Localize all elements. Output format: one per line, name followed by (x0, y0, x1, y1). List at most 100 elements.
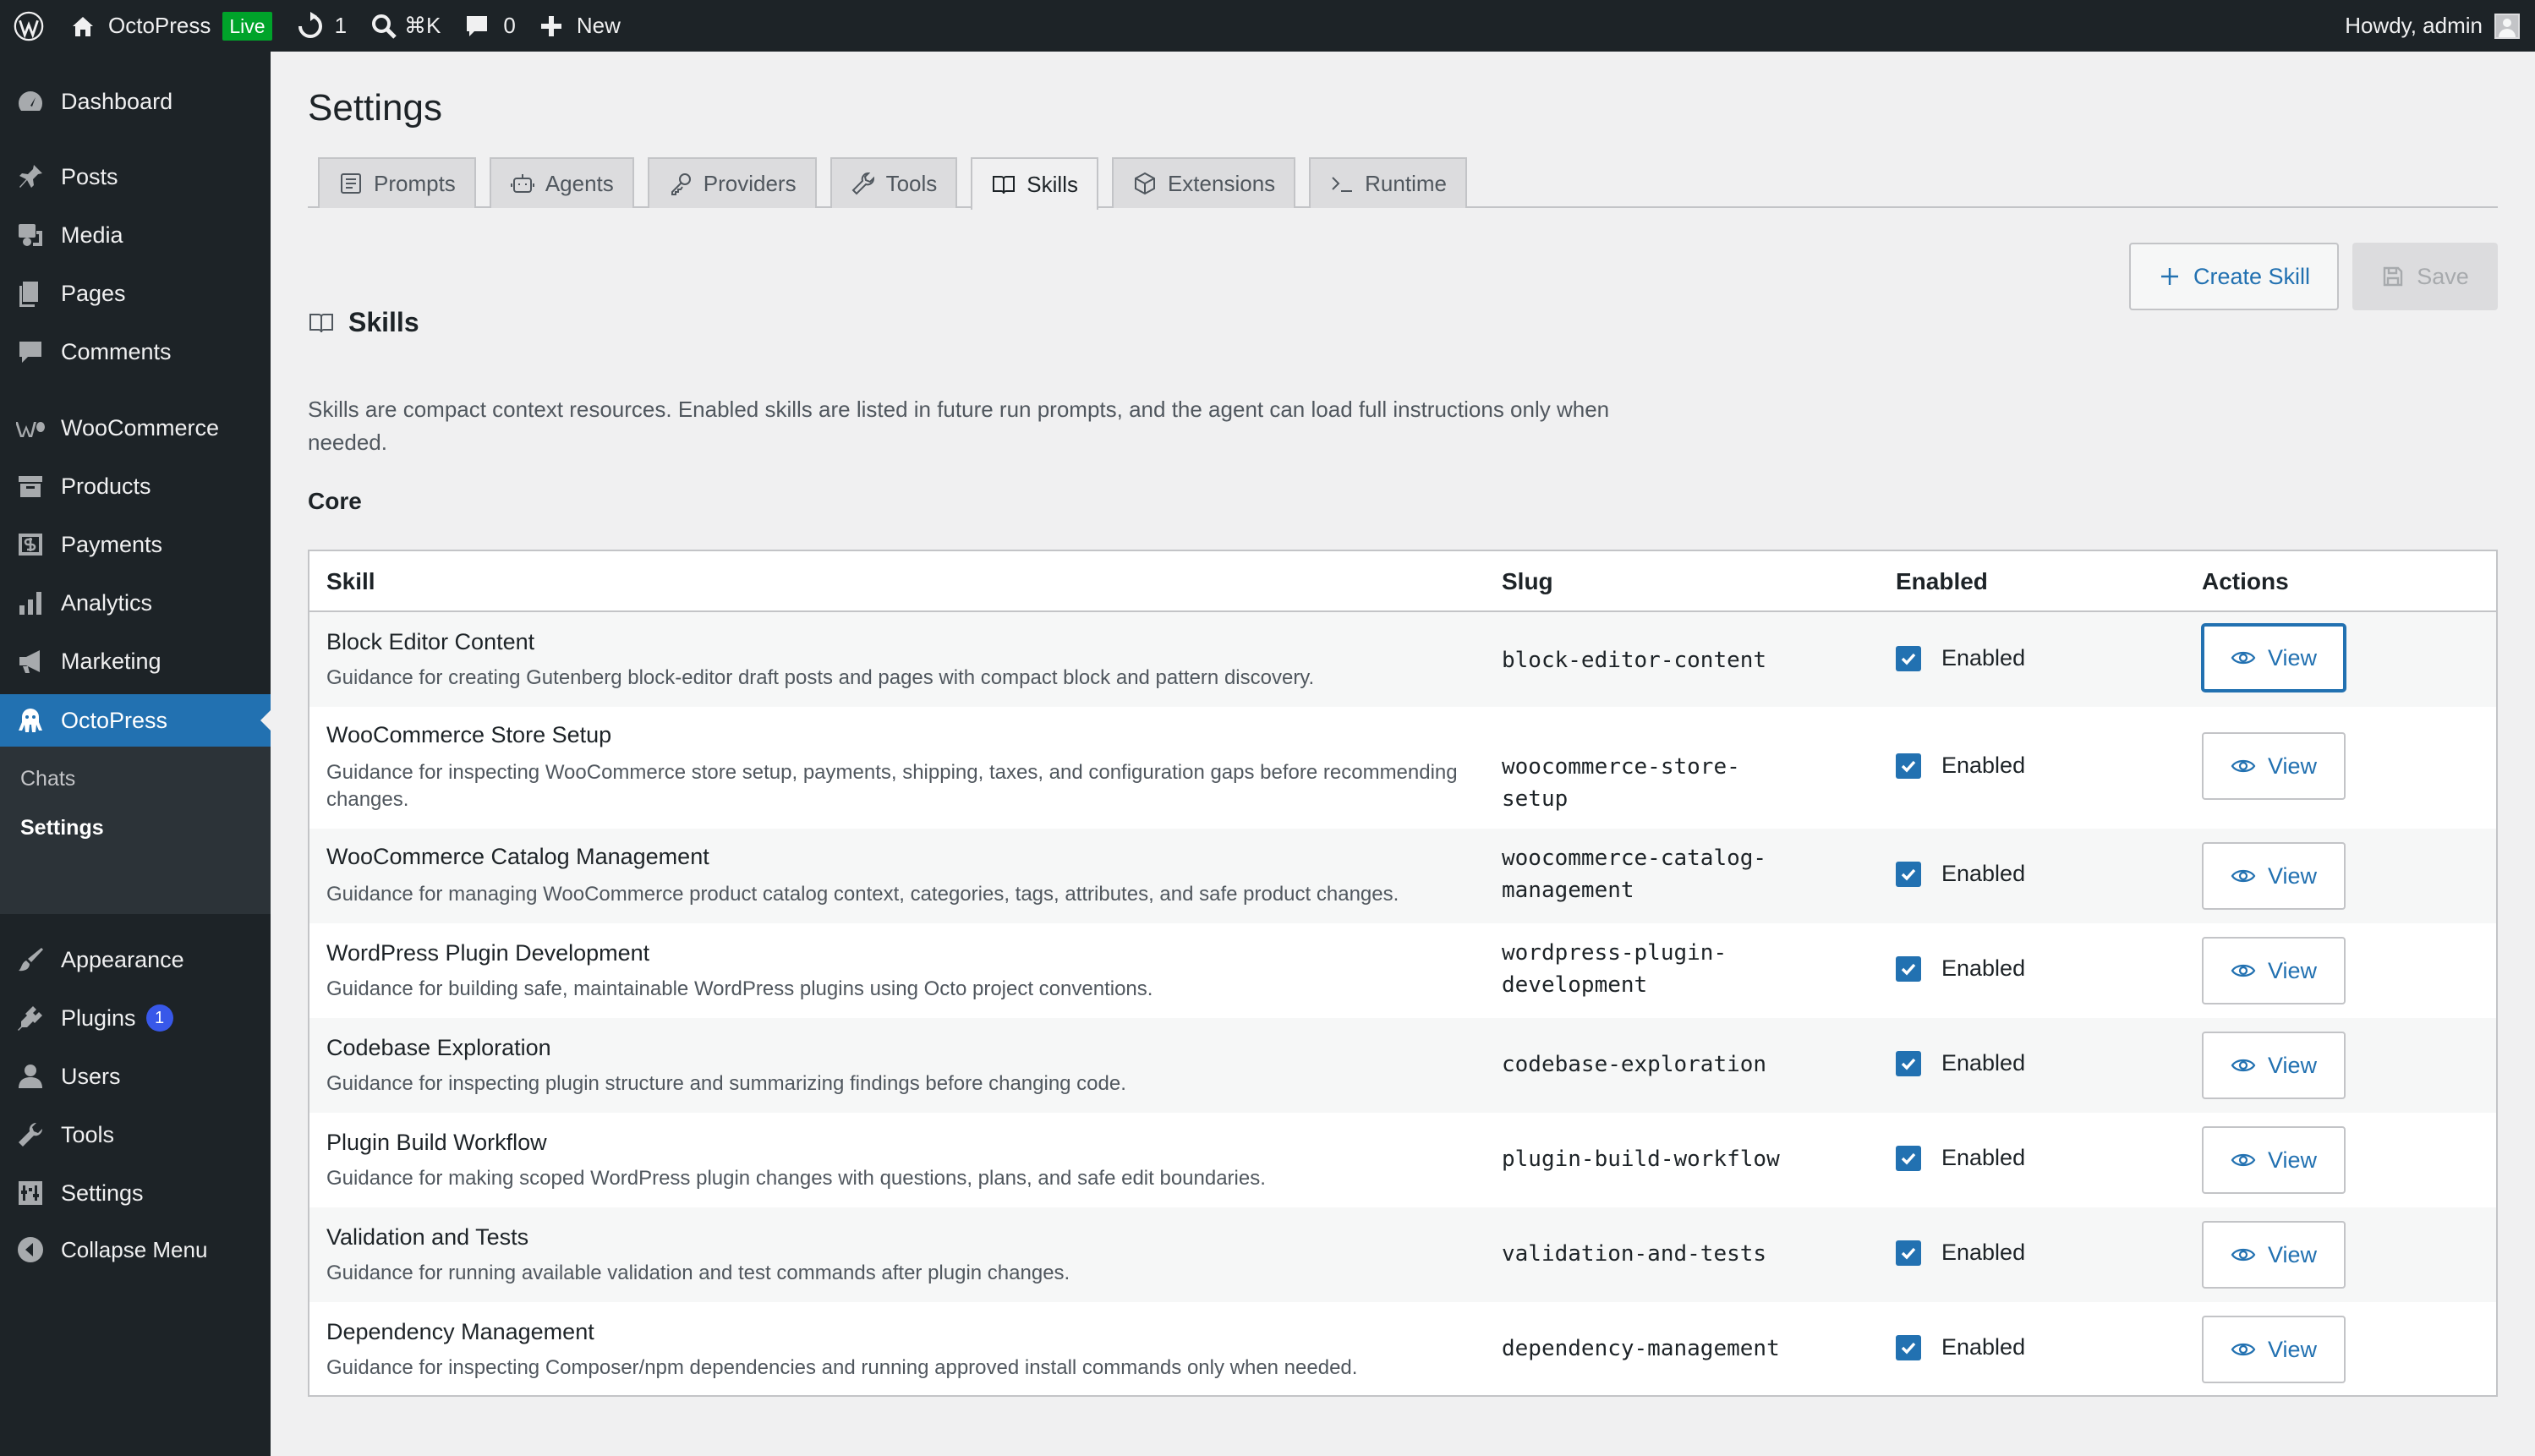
active-menu-arrow (260, 710, 271, 731)
enabled-toggle[interactable]: Enabled (1896, 1240, 2025, 1266)
sidebar-item-settings[interactable]: Settings (0, 1167, 271, 1219)
enabled-checkbox[interactable] (1896, 861, 1921, 887)
enabled-checkbox[interactable] (1896, 645, 1921, 671)
submenu-item-chats[interactable]: Chats (20, 767, 75, 791)
view-label: View (2267, 1052, 2318, 1078)
site-name-link[interactable]: OctoPress Live (57, 0, 284, 52)
sidebar-item-payments[interactable]: Payments (0, 518, 271, 571)
enabled-toggle[interactable]: Enabled (1896, 861, 2025, 887)
view-skill-button[interactable]: View (2202, 937, 2346, 1004)
tab-providers[interactable]: Providers (647, 157, 817, 208)
create-skill-label: Create Skill (2193, 263, 2311, 289)
tab-prompts[interactable]: Prompts (318, 157, 476, 208)
sidebar-item-media[interactable]: Media (0, 209, 271, 261)
sidebar-item-dashboard[interactable]: Dashboard (0, 75, 271, 128)
table-row: Block Editor Content Guidance for creati… (309, 612, 2496, 707)
sidebar-item-label: Payments (61, 531, 163, 557)
avatar (2494, 13, 2520, 39)
tab-label: Agents (545, 170, 614, 196)
view-skill-button[interactable]: View (2202, 842, 2346, 910)
sidebar-item-octopress[interactable]: OctoPress (0, 694, 271, 747)
skill-slug: dependency-management (1502, 1336, 1780, 1361)
comment-icon (467, 15, 488, 36)
enabled-toggle[interactable]: Enabled (1896, 955, 2025, 982)
enabled-label: Enabled (1941, 645, 2026, 671)
tab-runtime[interactable]: Runtime (1309, 157, 1467, 208)
create-skill-button[interactable]: Create Skill (2129, 243, 2339, 310)
terminal-icon (1332, 177, 1353, 192)
wordpress-logo-icon[interactable] (0, 0, 57, 52)
enabled-checkbox[interactable] (1896, 1145, 1921, 1171)
tab-tools[interactable]: Tools (829, 157, 958, 208)
tab-agents[interactable]: Agents (489, 157, 634, 208)
new-content-link[interactable]: New (528, 0, 632, 52)
search-shortcut: ⌘K (404, 13, 441, 38)
sidebar-item-marketing[interactable]: Marketing (0, 635, 271, 687)
enabled-label: Enabled (1941, 861, 2026, 886)
sidebar-item-comments[interactable]: Comments (0, 326, 271, 378)
view-label: View (2267, 862, 2318, 889)
my-account[interactable]: Howdy, admin (2345, 0, 2520, 52)
view-label: View (2267, 1336, 2318, 1362)
skill-name: WooCommerce Catalog Management (326, 844, 709, 869)
submenu-item-settings[interactable]: Settings (20, 816, 104, 840)
enabled-checkbox[interactable] (1896, 1050, 1921, 1076)
table-row: WordPress Plugin Development Guidance fo… (309, 923, 2496, 1018)
skill-name: WooCommerce Store Setup (326, 722, 612, 747)
view-skill-button[interactable]: View (2202, 1316, 2346, 1383)
pages-icon (0, 279, 61, 308)
enabled-checkbox[interactable] (1896, 753, 1921, 779)
enabled-toggle[interactable]: Enabled (1896, 1050, 2025, 1076)
sidebar-item-pages[interactable]: Pages (0, 267, 271, 320)
sidebar-item-posts[interactable]: Posts (0, 151, 271, 203)
eye-icon (2231, 759, 2256, 773)
eye-icon (2231, 869, 2256, 883)
checkmark-icon (1901, 653, 1916, 665)
view-skill-button[interactable]: View (2202, 732, 2346, 800)
view-skill-button[interactable]: View (2202, 624, 2346, 692)
book-icon (993, 176, 1016, 194)
enabled-toggle[interactable]: Enabled (1896, 1334, 2025, 1360)
view-skill-button[interactable]: View (2202, 1126, 2346, 1194)
table-header: Skill Slug Enabled Actions (309, 551, 2496, 612)
comments-link[interactable]: 0 (452, 0, 527, 52)
sidebar-item-label: Appearance (61, 946, 184, 972)
enabled-label: Enabled (1941, 1240, 2026, 1265)
sliders-icon (0, 1179, 61, 1207)
view-skill-button[interactable]: View (2202, 1032, 2346, 1099)
save-button[interactable]: Save (2352, 243, 2498, 310)
enabled-toggle[interactable]: Enabled (1896, 1145, 2025, 1171)
user-icon (0, 1062, 61, 1091)
enabled-checkbox[interactable] (1896, 955, 1921, 982)
sidebar-item-plugins[interactable]: Plugins 1 (0, 992, 271, 1044)
sidebar-item-woocommerce[interactable]: WooCommerce (0, 402, 271, 454)
checkmark-icon (1901, 1058, 1916, 1070)
updates-link[interactable]: 1 (284, 0, 359, 52)
tab-extensions[interactable]: Extensions (1111, 157, 1296, 208)
collapse-menu-button[interactable]: Collapse Menu (0, 1223, 271, 1276)
brush-icon (0, 945, 61, 974)
enabled-toggle[interactable]: Enabled (1896, 645, 2025, 671)
enabled-checkbox[interactable] (1896, 1240, 1921, 1266)
column-header-skill: Skill (326, 568, 375, 594)
search-link[interactable]: ⌘K (359, 0, 452, 52)
sidebar-item-tools[interactable]: Tools (0, 1108, 271, 1161)
enabled-toggle[interactable]: Enabled (1896, 753, 2025, 779)
table-row: Validation and Tests Guidance for runnin… (309, 1207, 2496, 1302)
sidebar-item-appearance[interactable]: Appearance (0, 933, 271, 986)
view-label: View (2267, 644, 2318, 671)
sidebar-item-products[interactable]: Products (0, 460, 271, 512)
sidebar-item-analytics[interactable]: Analytics (0, 577, 271, 629)
enabled-checkbox[interactable] (1896, 1334, 1921, 1360)
admin-bar: OctoPress Live 1 ⌘K 0 New Howdy, admin (0, 0, 2535, 52)
skill-slug: wordpress-plugin-development (1502, 940, 1727, 998)
checkmark-icon (1901, 1247, 1916, 1259)
skill-description: Guidance for inspecting Composer/npm dep… (326, 1356, 1358, 1379)
table-row: Plugin Build Workflow Guidance for makin… (309, 1113, 2496, 1207)
view-skill-button[interactable]: View (2202, 1221, 2346, 1289)
refresh-icon (298, 11, 322, 38)
eye-icon (2231, 1059, 2256, 1072)
sidebar-item-users[interactable]: Users (0, 1050, 271, 1103)
tab-skills[interactable]: Skills (971, 157, 1098, 210)
sidebar-item-label: Tools (61, 1121, 115, 1147)
